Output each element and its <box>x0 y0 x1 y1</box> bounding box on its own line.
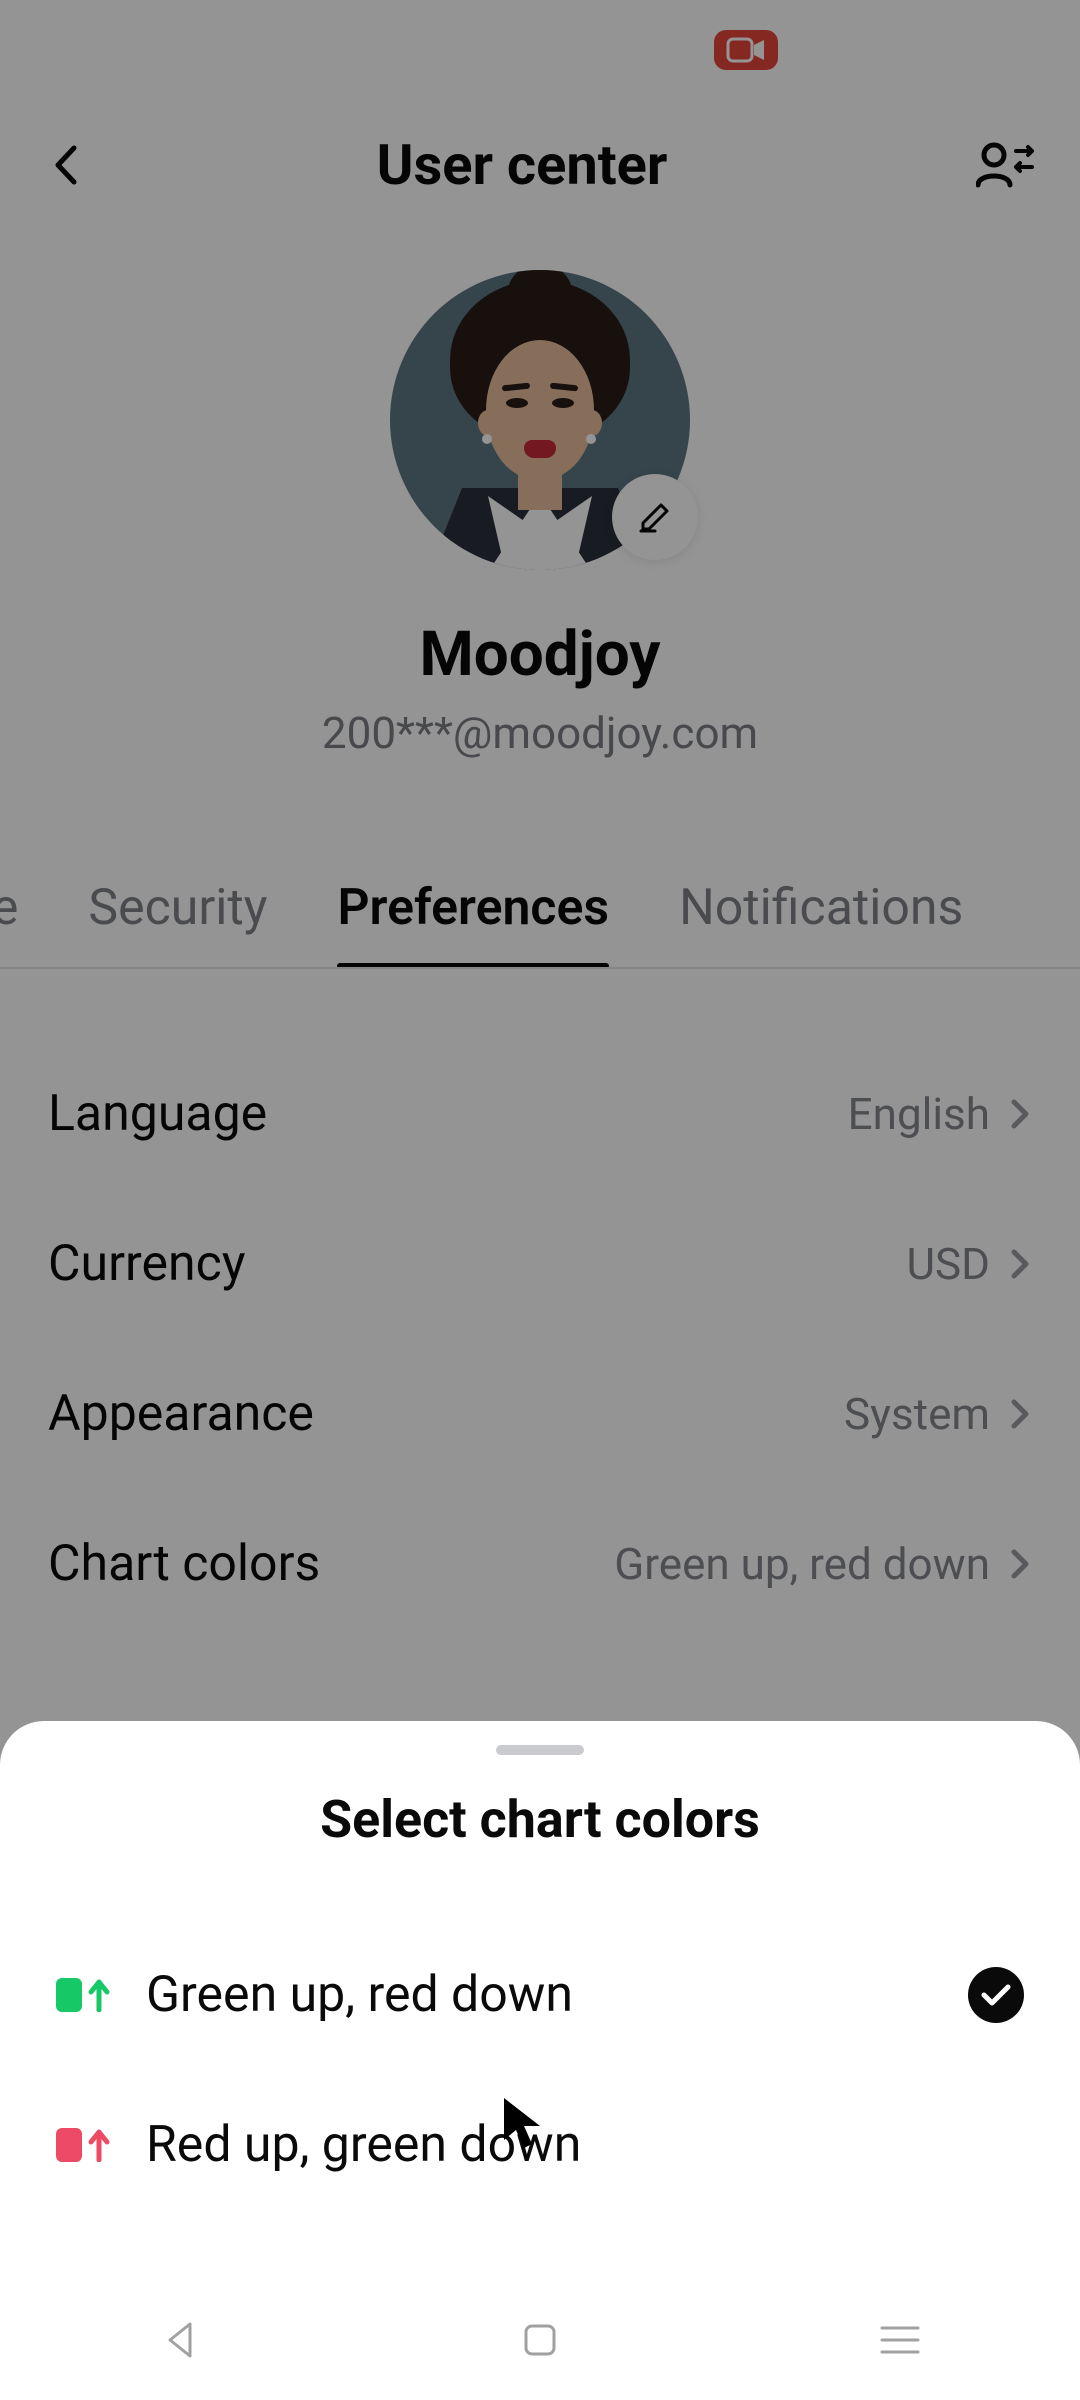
sheet-grabber[interactable] <box>496 1745 584 1755</box>
option-label: Green up, red down <box>146 1966 573 2024</box>
mouse-cursor-icon <box>500 2096 546 2156</box>
selected-check-icon <box>968 1967 1024 2023</box>
swatch-green-up-icon <box>56 1978 110 2012</box>
system-nav-bar <box>0 2280 1080 2400</box>
option-green-up[interactable]: Green up, red down <box>0 1920 1080 2070</box>
nav-recents-button[interactable] <box>870 2310 930 2370</box>
swatch-red-up-icon <box>56 2128 110 2162</box>
nav-back-button[interactable] <box>150 2310 210 2370</box>
nav-home-button[interactable] <box>510 2310 570 2370</box>
sheet-title: Select chart colors <box>0 1789 1080 1850</box>
